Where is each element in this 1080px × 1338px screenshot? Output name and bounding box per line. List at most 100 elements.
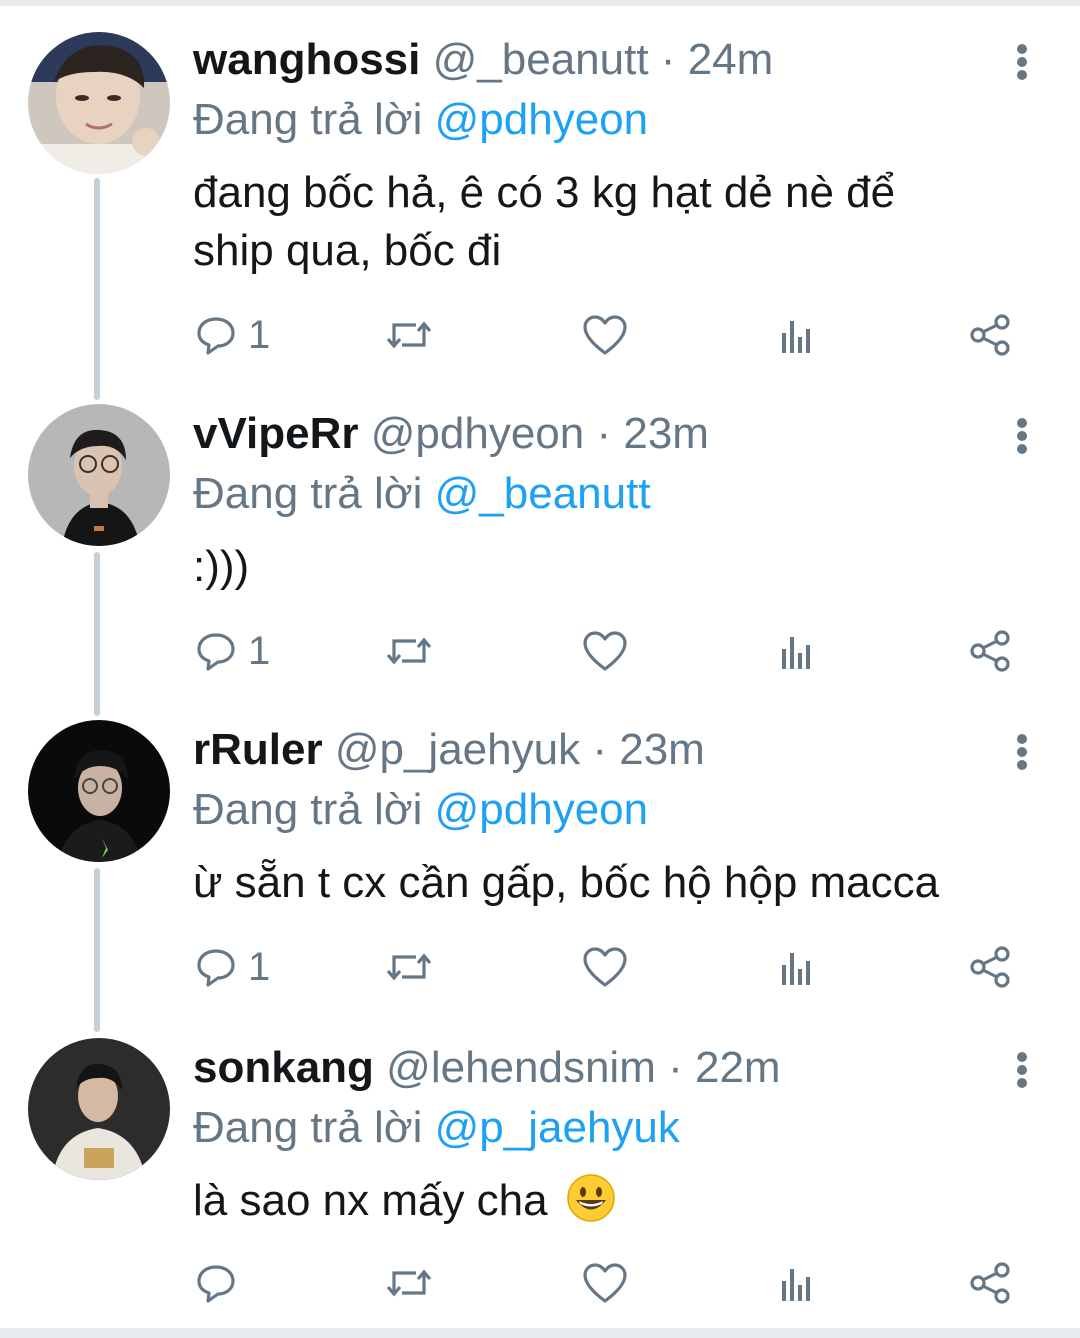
username[interactable]: @lehendsnim: [386, 1043, 656, 1092]
tweet-text-line: ship qua, bốc đi: [193, 226, 502, 275]
retweet-button[interactable]: [384, 310, 434, 360]
retweet-button[interactable]: [384, 942, 434, 992]
thread-line: [94, 868, 100, 1032]
analytics-icon: [776, 945, 816, 989]
analytics-icon: [776, 629, 816, 673]
analytics-button[interactable]: [776, 942, 816, 992]
action-bar: 1: [190, 310, 1030, 360]
share-icon: [968, 629, 1014, 673]
share-icon: [968, 945, 1014, 989]
avatar[interactable]: [28, 1038, 170, 1180]
timestamp[interactable]: 23m: [619, 725, 705, 774]
tweet-header: vVipeRr @pdhyeon · 23m: [193, 406, 709, 462]
reply-icon: [194, 313, 238, 357]
avatar[interactable]: [28, 720, 170, 862]
like-icon: [582, 1261, 628, 1305]
like-button[interactable]: [582, 626, 628, 676]
username[interactable]: @pdhyeon: [371, 409, 585, 458]
separator-dot: ·: [596, 409, 612, 458]
avatar[interactable]: [28, 32, 170, 174]
share-button[interactable]: [968, 310, 1014, 360]
retweet-icon: [384, 945, 434, 989]
share-button[interactable]: [968, 626, 1014, 676]
like-icon: [582, 313, 628, 357]
top-divider: [0, 0, 1080, 6]
more-icon[interactable]: [1006, 1048, 1038, 1092]
replying-to: Đang trả lời @pdhyeon: [193, 92, 648, 148]
display-name[interactable]: wanghossi: [193, 35, 420, 84]
tweet-text: đang bốc hả, ê có 3 kg hạt dẻ nè để ship…: [193, 164, 1033, 280]
like-button[interactable]: [582, 310, 628, 360]
like-button[interactable]: [582, 1258, 628, 1308]
replying-to-label: Đang trả lời: [193, 1103, 423, 1152]
bottom-divider: [0, 1328, 1080, 1338]
separator-dot: ·: [668, 1043, 683, 1092]
tweet-header: rRuler @p_jaehyuk · 23m: [193, 722, 705, 778]
replying-to-label: Đang trả lời: [193, 785, 423, 834]
like-icon: [582, 945, 628, 989]
analytics-icon: [776, 1261, 816, 1305]
reply-button[interactable]: 1: [194, 626, 270, 676]
like-icon: [582, 629, 628, 673]
analytics-button[interactable]: [776, 310, 816, 360]
replying-to-label: Đang trả lời: [193, 469, 423, 518]
display-name[interactable]: vVipeRr: [193, 409, 359, 458]
reply-count: 1: [248, 628, 271, 673]
reply-button[interactable]: [194, 1258, 238, 1308]
retweet-icon: [384, 1261, 434, 1305]
tweet-header: wanghossi @_beanutt · 24m: [193, 32, 773, 88]
username[interactable]: @_beanutt: [433, 35, 649, 84]
thread-line: [94, 178, 100, 400]
tweet-text-line: :))): [193, 542, 250, 591]
reply-mention[interactable]: @pdhyeon: [435, 95, 649, 144]
more-icon[interactable]: [1006, 414, 1038, 458]
separator-dot: ·: [660, 35, 676, 84]
more-icon[interactable]: [1006, 730, 1038, 774]
timestamp[interactable]: 23m: [623, 409, 709, 458]
share-icon: [968, 313, 1014, 357]
display-name[interactable]: rRuler: [193, 725, 323, 774]
reply-mention[interactable]: @_beanutt: [435, 469, 651, 518]
replying-to: Đang trả lời @pdhyeon: [193, 782, 648, 838]
tweet-text: :))): [193, 538, 1033, 596]
avatar[interactable]: [28, 404, 170, 546]
reply-mention[interactable]: @pdhyeon: [435, 785, 649, 834]
tweet-text: ừ sẵn t cx cần gấp, bốc hộ hộp macca: [193, 854, 1033, 912]
retweet-icon: [384, 629, 434, 673]
analytics-button[interactable]: [776, 626, 816, 676]
analytics-icon: [776, 313, 816, 357]
reply-button[interactable]: 1: [194, 310, 270, 360]
replying-to-label: Đang trả lời: [193, 95, 423, 144]
tweet-header: sonkang @lehendsnim · 22m: [193, 1040, 781, 1096]
replying-to: Đang trả lời @p_jaehyuk: [193, 1100, 680, 1156]
analytics-button[interactable]: [776, 1258, 816, 1308]
thread-line: [94, 552, 100, 716]
share-button[interactable]: [968, 942, 1014, 992]
reply-count: 1: [248, 312, 271, 357]
reply-icon: [194, 1261, 238, 1305]
tweet-text-line: ừ sẵn t cx cần gấp, bốc hộ hộp macca: [193, 858, 940, 907]
reply-count: 1: [248, 944, 271, 989]
username[interactable]: @p_jaehyuk: [335, 725, 580, 774]
like-button[interactable]: [582, 942, 628, 992]
retweet-button[interactable]: [384, 1258, 434, 1308]
display-name[interactable]: sonkang: [193, 1043, 374, 1092]
reply-icon: [194, 629, 238, 673]
reply-icon: [194, 945, 238, 989]
action-bar: 1: [190, 942, 1030, 992]
more-icon[interactable]: [1006, 40, 1038, 84]
replying-to: Đang trả lời @_beanutt: [193, 466, 651, 522]
reply-button[interactable]: 1: [194, 942, 270, 992]
share-icon: [968, 1261, 1014, 1305]
timestamp[interactable]: 22m: [695, 1043, 781, 1092]
tweet-text: là sao nx mấy cha: [193, 1172, 1033, 1230]
tweet-text-line: đang bốc hả, ê có 3 kg hạt dẻ nè để: [193, 168, 896, 217]
action-bar: [190, 1258, 1030, 1308]
action-bar: 1: [190, 626, 1030, 676]
share-button[interactable]: [968, 1258, 1014, 1308]
timestamp[interactable]: 24m: [688, 35, 774, 84]
retweet-icon: [384, 313, 434, 357]
separator-dot: ·: [592, 725, 607, 774]
reply-mention[interactable]: @p_jaehyuk: [435, 1103, 680, 1152]
retweet-button[interactable]: [384, 626, 434, 676]
